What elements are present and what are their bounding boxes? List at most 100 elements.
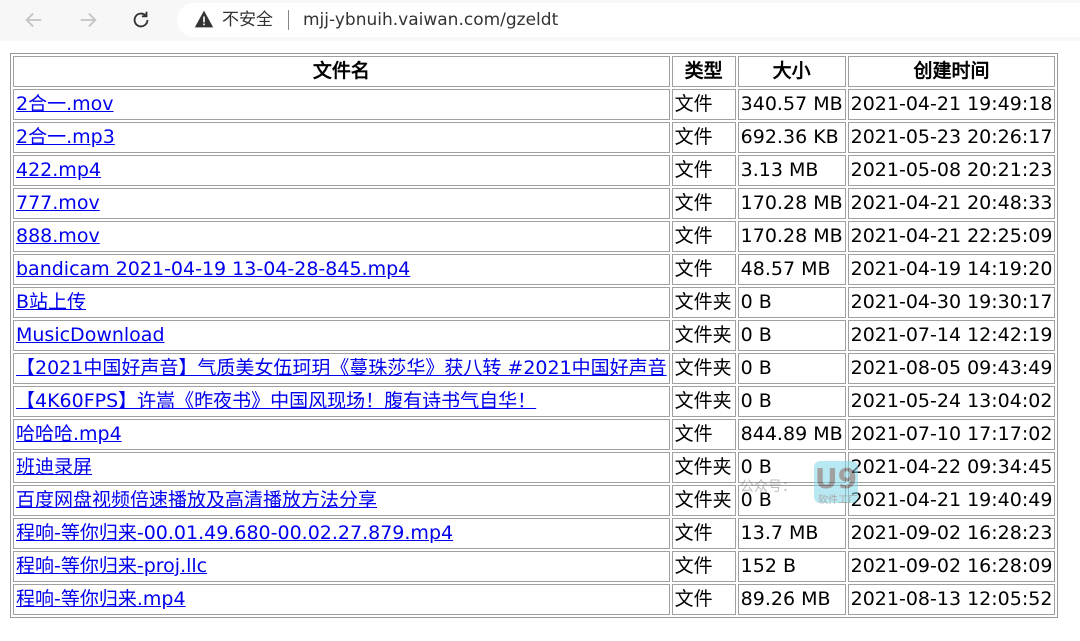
file-created-cell: 2021-04-21 20:48:33 [847, 188, 1056, 219]
file-created-cell: 2021-07-10 17:17:02 [847, 419, 1056, 450]
file-link[interactable]: 422.mp4 [16, 159, 101, 181]
file-name-cell: 程响-等你归来.mp4 [13, 584, 670, 615]
file-link[interactable]: 程响-等你归来.mp4 [16, 588, 186, 610]
file-type-cell: 文件夹 [671, 452, 736, 483]
file-link[interactable]: MusicDownload [16, 324, 165, 346]
table-row: 程响-等你归来-proj.llc 文件 152 B 2021-09-02 16:28:… [13, 551, 1056, 582]
file-link[interactable]: 程响-等你归来-00.01.49.680-00.02.27.879.mp4 [16, 522, 453, 544]
file-created-cell: 2021-04-30 19:30:17 [847, 287, 1056, 318]
address-separator [288, 10, 289, 30]
file-name-cell: 2合一.mp3 [13, 122, 670, 153]
table-row: MusicDownload 文件夹 0 B 2021-07-14 12:42:19 [13, 320, 1056, 351]
reload-button[interactable] [126, 5, 156, 35]
file-link[interactable]: 百度网盘视频倍速播放及高清播放方法分享 [16, 489, 377, 511]
address-bar[interactable]: 不安全 mjj-ybnuih.vaiwan.com/gzeldt [177, 3, 1080, 37]
file-size-cell: 340.57 MB [737, 89, 846, 120]
file-created-cell: 2021-08-13 12:05:52 [847, 584, 1056, 615]
security-label[interactable]: 不安全 [222, 10, 273, 30]
file-type-cell: 文件 [671, 551, 736, 582]
file-name-cell: 百度网盘视频倍速播放及高清播放方法分享 [13, 485, 670, 516]
file-type-cell: 文件 [671, 419, 736, 450]
file-type-cell: 文件夹 [671, 386, 736, 417]
file-name-cell: MusicDownload [13, 320, 670, 351]
file-link[interactable]: bandicam 2021-04-19 13-04-28-845.mp4 [16, 258, 410, 280]
file-created-cell: 2021-04-21 19:40:49 [847, 485, 1056, 516]
table-row: 百度网盘视频倍速播放及高清播放方法分享 文件夹 0 B 2021-04-21 19:4… [13, 485, 1056, 516]
file-type-cell: 文件夹 [671, 485, 736, 516]
file-size-cell: 170.28 MB [737, 221, 846, 252]
file-type-cell: 文件 [671, 254, 736, 285]
file-type-cell: 文件夹 [671, 353, 736, 384]
file-name-cell: 程响-等你归来-00.01.49.680-00.02.27.879.mp4 [13, 518, 670, 549]
file-type-cell: 文件 [671, 518, 736, 549]
warning-icon[interactable] [194, 9, 214, 29]
header-size[interactable]: 大小 [737, 56, 846, 87]
file-type-cell: 文件 [671, 221, 736, 252]
file-link[interactable]: 哈哈哈.mp4 [16, 423, 122, 445]
file-type-cell: 文件夹 [671, 320, 736, 351]
url-text[interactable]: mjj-ybnuih.vaiwan.com/gzeldt [303, 10, 558, 30]
file-link[interactable]: 【2021中国好声音】气质美女伍珂玥《蔓珠莎华》获八转 #2021中国好声音 [16, 357, 667, 379]
file-type-cell: 文件夹 [671, 287, 736, 318]
header-name[interactable]: 文件名 [13, 56, 670, 87]
file-created-cell: 2021-09-02 16:28:09 [847, 551, 1056, 582]
file-size-cell: 0 B [737, 320, 846, 351]
file-name-cell: 2合一.mov [13, 89, 670, 120]
back-button[interactable] [19, 5, 49, 35]
back-arrow-icon [25, 12, 42, 28]
table-row: 班迪录屏 文件夹 0 B 2021-04-22 09:34:45 [13, 452, 1056, 483]
file-link[interactable]: 班迪录屏 [16, 456, 92, 478]
file-type-cell: 文件 [671, 89, 736, 120]
header-type[interactable]: 类型 [671, 56, 736, 87]
file-name-cell: 777.mov [13, 188, 670, 219]
table-row: 程响-等你归来-00.01.49.680-00.02.27.879.mp4 文件 1… [13, 518, 1056, 549]
file-size-cell: 89.26 MB [737, 584, 846, 615]
file-link[interactable]: 2合一.mp3 [16, 126, 115, 148]
table-row: 【4K60FPS】许嵩《昨夜书》中国风现场！腹有诗书气自华！ 文件夹 0 B 2021… [13, 386, 1056, 417]
file-link[interactable]: 【4K60FPS】许嵩《昨夜书》中国风现场！腹有诗书气自华！ [16, 390, 536, 412]
file-name-cell: 【4K60FPS】许嵩《昨夜书》中国风现场！腹有诗书气自华！ [13, 386, 670, 417]
forward-button[interactable] [73, 5, 103, 35]
table-row: 777.mov 文件 170.28 MB 2021-04-21 20:48:33 [13, 188, 1056, 219]
file-table: 文件名 类型 大小 创建时间 2合一.mov 文件 340.57 MB 2021-04… [10, 53, 1059, 618]
file-size-cell: 0 B [737, 287, 846, 318]
file-link[interactable]: 2合一.mov [16, 93, 114, 115]
file-type-cell: 文件 [671, 155, 736, 186]
file-created-cell: 2021-04-21 19:49:18 [847, 89, 1056, 120]
file-type-cell: 文件 [671, 188, 736, 219]
file-link[interactable]: 888.mov [16, 225, 100, 247]
table-body: 2合一.mov 文件 340.57 MB 2021-04-21 19:49:18 2合一… [13, 89, 1056, 615]
file-created-cell: 2021-04-22 09:34:45 [847, 452, 1056, 483]
file-name-cell: 程响-等你归来-proj.llc [13, 551, 670, 582]
file-created-cell: 2021-09-02 16:28:23 [847, 518, 1056, 549]
table-header-row: 文件名 类型 大小 创建时间 [13, 56, 1056, 87]
file-link[interactable]: B站上传 [16, 291, 86, 313]
file-link[interactable]: 程响-等你归来-proj.llc [16, 555, 207, 577]
file-created-cell: 2021-05-08 20:21:23 [847, 155, 1056, 186]
table-row: bandicam 2021-04-19 13-04-28-845.mp4 文件 48… [13, 254, 1056, 285]
header-created[interactable]: 创建时间 [847, 56, 1056, 87]
file-size-cell: 0 B [737, 452, 846, 483]
file-size-cell: 692.36 KB [737, 122, 846, 153]
file-size-cell: 0 B [737, 386, 846, 417]
file-name-cell: B站上传 [13, 287, 670, 318]
file-name-cell: 422.mp4 [13, 155, 670, 186]
file-size-cell: 0 B [737, 485, 846, 516]
table-row: 【2021中国好声音】气质美女伍珂玥《蔓珠莎华》获八转 #2021中国好声音 文件… [13, 353, 1056, 384]
table-row: 2合一.mp3 文件 692.36 KB 2021-05-23 20:26:17 [13, 122, 1056, 153]
file-link[interactable]: 777.mov [16, 192, 100, 214]
file-created-cell: 2021-08-05 09:43:49 [847, 353, 1056, 384]
file-size-cell: 48.57 MB [737, 254, 846, 285]
forward-arrow-icon [80, 12, 97, 28]
file-created-cell: 2021-05-23 20:26:17 [847, 122, 1056, 153]
file-name-cell: 888.mov [13, 221, 670, 252]
file-created-cell: 2021-04-21 22:25:09 [847, 221, 1056, 252]
file-created-cell: 2021-07-14 12:42:19 [847, 320, 1056, 351]
file-size-cell: 170.28 MB [737, 188, 846, 219]
table-row: 程响-等你归来.mp4 文件 89.26 MB 2021-08-13 12:05:52 [13, 584, 1056, 615]
file-created-cell: 2021-04-19 14:19:20 [847, 254, 1056, 285]
file-name-cell: 班迪录屏 [13, 452, 670, 483]
browser-toolbar: 不安全 mjj-ybnuih.vaiwan.com/gzeldt [0, 0, 1080, 41]
file-name-cell: 哈哈哈.mp4 [13, 419, 670, 450]
file-name-cell: 【2021中国好声音】气质美女伍珂玥《蔓珠莎华》获八转 #2021中国好声音 [13, 353, 670, 384]
